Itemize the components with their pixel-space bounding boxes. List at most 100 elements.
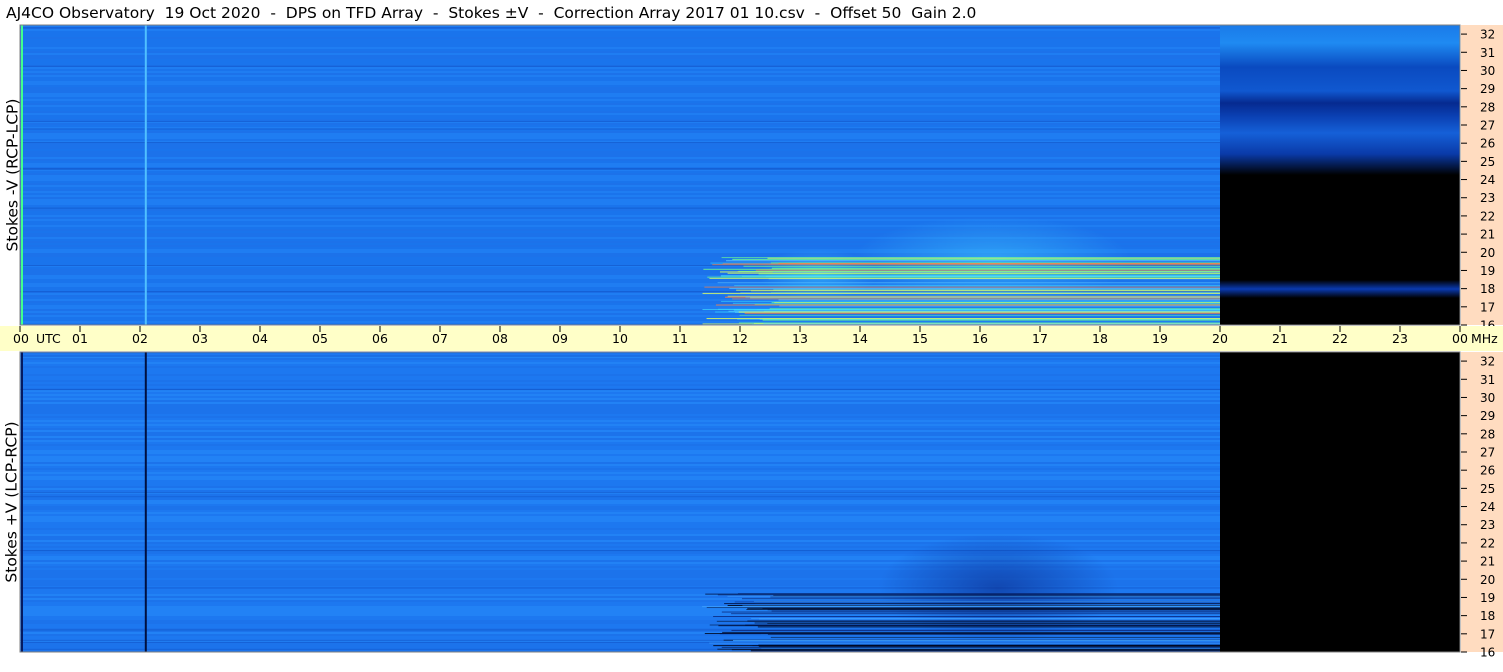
bottom-burst-line: [771, 610, 1220, 612]
top-burst-line: [755, 269, 1220, 271]
bottom-burst-line: [713, 616, 1220, 618]
bottom-stripe: [20, 524, 1220, 526]
top-burst-line: [707, 276, 1220, 278]
time-tick-label: 06: [372, 331, 388, 346]
spectrogram-chart: 32 31 30 29 28 27 26 25 24 23 22 21 20 19 18 17 16 32 31 30…: [0, 24, 1503, 660]
bottom-stripe: [20, 528, 1220, 530]
bottom-stripe: [20, 466, 1220, 468]
top-stripe: [20, 215, 1220, 217]
bottom-stripe: [20, 452, 1220, 454]
time-tick-label: 01: [72, 331, 88, 346]
top-burst-line: [729, 287, 1220, 289]
top-burst-line: [703, 268, 1220, 270]
bottom-stripe: [20, 424, 1220, 426]
bottom-freq-tick-label: 29: [1480, 409, 1495, 423]
top-burst-line: [745, 296, 1220, 298]
bottom-stripe: [20, 444, 1220, 446]
time-tick-label: 07: [432, 331, 448, 346]
top-stripe: [20, 41, 1220, 43]
top-burst-line: [721, 257, 1220, 259]
top-burst-line: [762, 319, 1220, 321]
bottom-burst-line: [731, 649, 1220, 651]
top-dark-line: [20, 120, 1220, 122]
bottom-burst-line: [705, 593, 1220, 595]
top-stripe: [20, 87, 1220, 89]
bottom-stripe: [20, 498, 1220, 500]
bottom-stripe: [20, 436, 1220, 438]
bottom-freq-tick-label: 25: [1480, 482, 1495, 496]
top-stripe: [20, 113, 1220, 115]
top-dark-line: [20, 128, 1220, 130]
bottom-freq-tick-label: 32: [1480, 355, 1495, 369]
top-stripe: [20, 175, 1220, 177]
top-burst-line: [726, 260, 1220, 262]
time-tick-label: 15: [912, 331, 928, 346]
top-freq-tick-label: 21: [1480, 228, 1495, 242]
top-stripe: [20, 91, 1220, 93]
bottom-burst-line: [773, 594, 1220, 596]
top-stripe: [20, 85, 1220, 87]
bottom-stripe: [20, 476, 1220, 478]
top-stripe: [20, 101, 1220, 103]
top-burst-line: [727, 295, 1220, 297]
bottom-freq-tick-label: 26: [1480, 464, 1495, 478]
top-stripe: [20, 83, 1220, 85]
bottom-freq-tick-label: 22: [1480, 536, 1495, 550]
time-tick-label: 03: [192, 331, 208, 346]
bottom-burst-line: [727, 595, 1220, 597]
top-stripe: [20, 53, 1220, 55]
bottom-stripe: [20, 440, 1220, 442]
bottom-stripe: [20, 462, 1220, 464]
bottom-stripe: [20, 510, 1220, 512]
bottom-burst-line: [731, 629, 1220, 631]
bottom-freq-tick-label: 20: [1480, 573, 1495, 587]
top-burst-line: [733, 309, 1220, 311]
bottom-stripe: [20, 448, 1220, 450]
bottom-stripe: [20, 358, 1220, 360]
top-stripe: [20, 151, 1220, 153]
bottom-stripe: [20, 526, 1220, 528]
bottom-stripe: [20, 480, 1220, 482]
top-no-data-region: [1220, 25, 1460, 325]
top-stripe: [20, 149, 1220, 151]
bottom-burst-line: [722, 631, 1220, 633]
top-stripe: [20, 185, 1220, 187]
bottom-stripe: [20, 430, 1220, 432]
bottom-stripe: [20, 412, 1220, 414]
bottom-freq-tick-label: 30: [1480, 391, 1495, 405]
top-stripe: [20, 75, 1220, 77]
top-burst-line: [739, 314, 1220, 316]
top-stripe: [20, 67, 1220, 69]
top-stripe: [20, 155, 1220, 157]
top-stripe: [20, 115, 1220, 117]
top-stripe: [20, 37, 1220, 39]
top-stripe: [20, 191, 1220, 193]
top-burst-line: [706, 318, 1220, 320]
top-vertical-line: [144, 25, 147, 325]
bottom-stripe: [20, 530, 1220, 532]
top-stripe: [20, 55, 1220, 57]
bottom-burst-line: [709, 624, 1220, 626]
top-stripe: [20, 181, 1220, 183]
top-stripe: [20, 187, 1220, 189]
bottom-burst-line: [751, 617, 1220, 619]
top-burst-line: [721, 300, 1220, 302]
bottom-burst-line: [721, 646, 1220, 648]
time-tick-label: 19: [1152, 331, 1168, 346]
top-freq-tick-label: 28: [1480, 100, 1495, 114]
top-stripe: [20, 29, 1220, 31]
top-stripe: [20, 97, 1220, 99]
bottom-dark-line: [20, 355, 1220, 357]
bottom-stripe: [20, 410, 1220, 412]
bottom-stripe: [20, 408, 1220, 410]
bottom-stripe: [20, 370, 1220, 372]
bottom-stripe: [20, 450, 1220, 452]
bottom-stripe: [20, 456, 1220, 458]
time-axis-bar: [0, 326, 1461, 351]
top-stripe: [20, 189, 1220, 191]
top-stripe: [20, 179, 1220, 181]
top-stripe: [20, 81, 1220, 83]
bottom-stripe: [20, 522, 1220, 524]
top-freq-tick-label: 23: [1480, 191, 1495, 205]
bottom-burst-line: [770, 636, 1220, 638]
